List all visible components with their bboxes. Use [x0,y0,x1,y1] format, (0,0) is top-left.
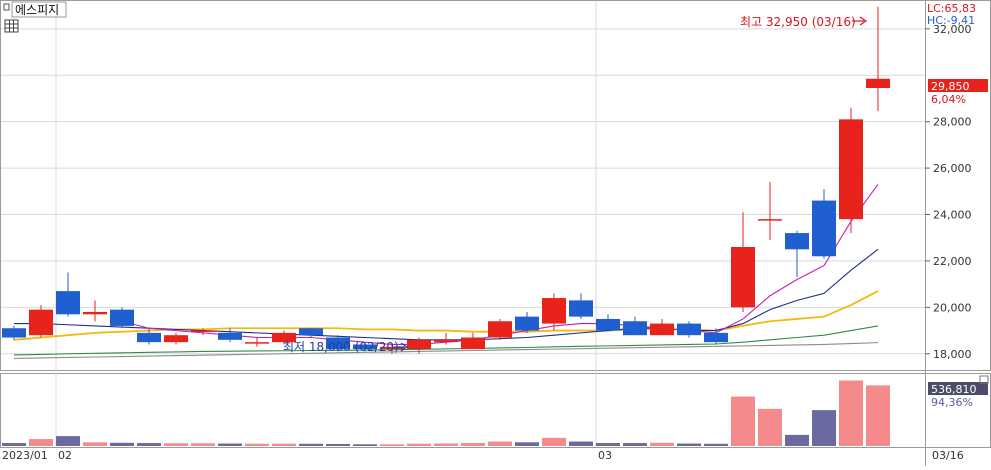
volume-bar [650,442,674,446]
volume-bar [785,434,809,446]
candle-body [2,328,26,338]
volume-bar [515,442,539,446]
candle-body [56,291,80,315]
candle-body [650,323,674,336]
volume-bar [542,437,566,446]
x-tick-label: 02 [58,449,72,462]
volume-bar [326,444,350,446]
candle-body [218,332,242,340]
candle-body [596,318,620,331]
candle-body [110,309,134,326]
volume-bar [83,442,107,446]
x-tick-label: 2023/01 [2,449,48,462]
volume-bar [164,443,188,446]
volume-bar [218,443,242,446]
volume-bar [56,436,80,446]
candle-body [407,339,431,350]
stock-chart[interactable]: 18,000 20,000 22,000 24,000 26,000 28,000 32,0… [0,0,991,466]
volume-bar [353,444,377,446]
candle-body [137,332,161,343]
volume-bar [299,443,323,446]
volume-bar [461,443,485,446]
candle-body [866,78,890,89]
candle-body [542,298,566,324]
volume-bar [110,442,134,446]
y-tick-label: 18,000 [933,348,972,361]
volume-bar [866,385,890,446]
candle-body [299,328,323,336]
candle-body [191,330,215,333]
candle-body [29,309,53,336]
volume-bar [29,439,53,446]
volume-bar [677,443,701,446]
high-annotation: 최고 32,950 (03/16) [740,15,856,29]
candle [488,318,512,340]
y-tick-label: 22,000 [933,255,972,268]
volume-bar [434,443,458,446]
candle-body [164,335,188,343]
volume-bar [245,443,269,446]
volume-bar [2,443,26,446]
volume-bar [839,380,863,446]
candle-body [83,311,107,315]
candle-body [515,316,539,331]
volume-bar [407,443,431,446]
candle [29,305,53,338]
volume-bar [380,444,404,446]
candle-body [839,119,863,220]
current-volume: 536,810 [931,383,977,396]
x-tick-label: 03 [598,449,612,462]
candle-body [434,339,458,343]
volume-bar [191,443,215,446]
volume-bar [812,410,836,446]
hc-indicator: HC:-9,41 [927,14,975,27]
y-tick-label: 20,000 [933,301,972,314]
y-tick-label: 26,000 [933,162,972,175]
candle-body [623,321,647,336]
volume-bar [731,396,755,446]
chart-canvas[interactable]: 18,00020,00022,00024,00026,00028,00032,0… [0,0,991,466]
candle [839,107,863,234]
volume-bar [623,443,647,446]
volume-bar [596,443,620,446]
candle [110,307,134,329]
volume-bar [137,443,161,446]
volume-bar [758,408,782,446]
candle-body [461,337,485,350]
candle-body [812,200,836,257]
candle-body [758,219,782,221]
volume-bar [569,441,593,446]
low-annotation: 최저 18,000 (02/20) [283,340,399,354]
candle-body [488,321,512,338]
volume-bar [704,443,728,446]
candle-body [785,233,809,250]
volume-bar [488,441,512,446]
candle-body [569,300,593,317]
y-tick-label: 28,000 [933,116,972,129]
y-tick-label: 24,000 [933,209,972,222]
candle-body [731,247,755,308]
x-tick-label: 03/16 [932,449,964,462]
candle-body [245,342,269,344]
stock-name: 에스피지 [15,3,59,17]
table-icon[interactable] [4,19,19,33]
current-change: 6,04% [931,93,966,106]
candle-body [704,332,728,343]
date-axis: 2023/01 02 03 03/16 [2,449,964,462]
candle-body [677,323,701,336]
volume-bar [272,443,296,446]
current-volume-pct: 94,36% [931,396,973,409]
candle [677,321,701,338]
current-price: 29,850 [931,80,970,93]
